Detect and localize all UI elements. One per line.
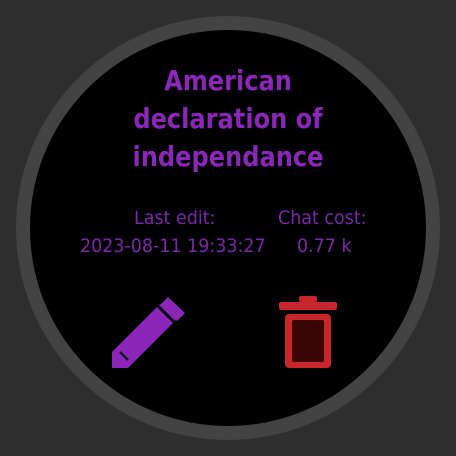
chat-cost-value: 0.77 k xyxy=(297,235,352,257)
chat-cost-label: Chat cost: xyxy=(278,207,367,229)
trash-icon xyxy=(279,296,337,368)
last-edit-label: Last edit: xyxy=(134,207,216,229)
note-title-line-3: independance xyxy=(132,140,324,173)
delete-button[interactable] xyxy=(279,296,337,370)
edit-button[interactable] xyxy=(108,294,188,374)
note-title-line-1: American xyxy=(164,64,292,97)
note-title-line-2: declaration of xyxy=(133,102,323,135)
last-edit-value: 2023-08-11 19:33:27 xyxy=(80,235,266,257)
pencil-icon xyxy=(112,297,185,368)
